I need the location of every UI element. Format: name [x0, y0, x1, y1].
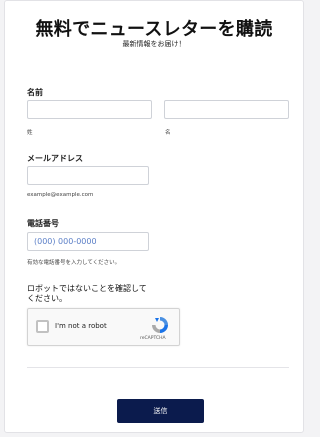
recaptcha-brand-text: reCAPTCHA: [140, 336, 166, 341]
form-divider: [27, 367, 289, 368]
email-hint: example@example.com: [27, 192, 94, 198]
recaptcha-widget: I'm not a robot reCAPTCHA: [27, 308, 180, 346]
name-label: 名前: [27, 88, 43, 97]
page-subtitle: 最新情報をお届け！: [122, 40, 186, 48]
first-name-hint: 名: [165, 130, 171, 136]
captcha-checkbox[interactable]: [36, 320, 49, 333]
phone-field[interactable]: [27, 232, 149, 251]
newsletter-form-card: 無料でニュースレターを購読 最新情報をお届け！ 名前 姓 名 メールアドレス e…: [4, 0, 304, 433]
captcha-checkbox-label: I'm not a robot: [55, 322, 107, 330]
recaptcha-logo-icon: [152, 317, 168, 333]
email-label: メールアドレス: [27, 154, 83, 163]
last-name-hint: 姓: [27, 130, 33, 136]
captcha-label: ロボットではないことを確認して ください。: [27, 284, 147, 303]
last-name-field[interactable]: [27, 100, 152, 119]
phone-hint: 有効な電話番号を入力してください。: [27, 260, 121, 266]
first-name-field[interactable]: [164, 100, 289, 119]
page-title: 無料でニュースレターを購読: [35, 19, 273, 40]
email-field[interactable]: [27, 166, 149, 185]
phone-label: 電話番号: [27, 219, 59, 228]
submit-button[interactable]: 送信: [117, 399, 204, 423]
